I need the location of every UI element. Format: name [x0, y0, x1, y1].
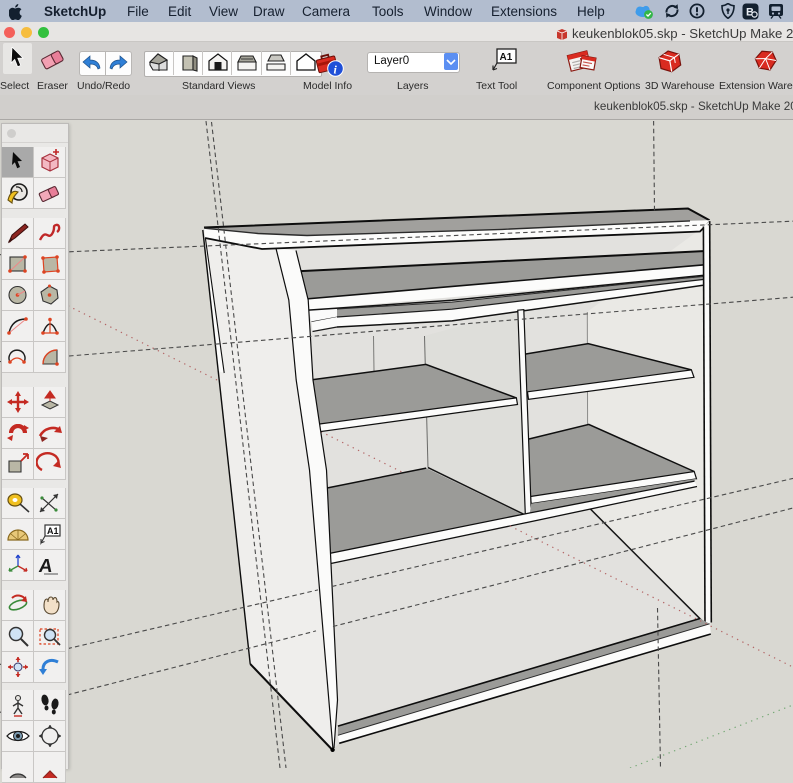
svg-text:A1: A1 — [47, 526, 59, 536]
svg-text:A1: A1 — [500, 52, 513, 63]
